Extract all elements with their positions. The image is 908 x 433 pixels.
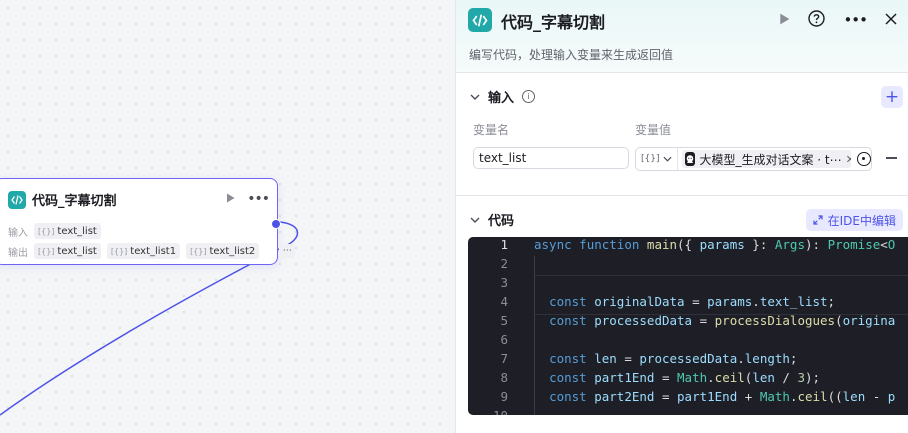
close-icon[interactable] [885,12,897,28]
reference-label: 大模型_生成对话文案 · t⋯ [699,152,842,167]
variable-value-field[interactable]: [{}] 大模型_生成对话文案 · t⋯ ✕ [635,147,872,171]
column-header-name: 变量名 [473,123,510,137]
remove-input-button[interactable] [886,157,897,159]
node-settings-panel: 代码_字幕切割 ••• 编写代码，处理输入变量来生成返回值 输入 i + 变量名… [455,0,908,433]
output-chip: [{}] text_list1 [106,243,181,259]
array-icon: [{}] [110,246,128,256]
code-line: 2 [500,256,508,271]
code-line: 9 const part2End = part1End + Math.ceil(… [500,389,896,404]
variable-reference-chip[interactable]: 大模型_生成对话文案 · t⋯ ✕ [682,150,852,168]
run-icon[interactable] [226,192,235,206]
code-line: 4 const originalData = params.text_list; [500,294,836,309]
workflow-canvas[interactable]: 代码_字幕切割 ••• 输入 [{}] text_list 输出 [{}] text… [0,0,455,433]
code-line: 5 const processedData = processDialogues… [500,313,896,328]
info-icon[interactable]: i [522,90,536,103]
panel-title[interactable]: 代码_字幕切割 [501,9,605,33]
code-line: 6 [500,332,508,347]
bot-icon [685,152,696,166]
code-line: 8 const part1End = Math.ceil(len / 3); [500,370,821,385]
chevron-down-icon[interactable] [470,90,480,103]
array-icon: [{}] [38,246,55,256]
array-icon: [{}] [190,246,207,256]
remove-reference-icon[interactable]: ✕ [846,153,852,166]
output-port[interactable] [271,219,281,229]
type-select[interactable]: [{}] [636,148,679,170]
input-chip: [{}] text_list [34,223,101,239]
more-icon[interactable]: ••• [247,191,270,207]
variable-name-input[interactable]: text_list [473,147,629,169]
run-icon[interactable] [779,13,790,28]
add-input-button[interactable]: + [881,86,903,108]
panel-description[interactable]: 编写代码，处理输入变量来生成返回值 [469,46,673,63]
code-section: 代码 在IDE中编辑 1 async function main({ params… [456,196,908,433]
code-node[interactable]: 代码_字幕切割 ••• 输入 [{}] text_list 输出 [{}] text… [0,178,296,265]
target-icon[interactable] [857,152,871,166]
code-section-title: 代码 [488,214,515,229]
edit-in-ide-button[interactable]: 在IDE中编辑 [805,209,903,231]
node-title: 代码_字幕切割 [32,194,117,209]
input-section-title: 输入 [488,91,515,106]
expand-icon [813,215,823,225]
code-line: 3 [500,275,508,290]
input-label: 输入 [8,227,28,239]
code-editor[interactable]: 1 async function main({ params }: Args): … [468,237,908,415]
code-line: 10 [468,408,908,415]
code-icon [8,190,26,209]
more-outputs-chip[interactable]: ⋯ [279,244,296,258]
code-line: 7 const len = processedData.length; [500,351,798,366]
input-section: 输入 i + 变量名 变量值 text_list [{}] 大模型_生成对话文案… [456,73,908,196]
code-line: 1 async function main({ params }: Args): … [500,237,896,252]
chevron-down-icon[interactable] [470,213,480,226]
output-label: 输出 [8,247,28,259]
column-header-value: 变量值 [635,123,672,137]
help-icon[interactable] [808,10,826,30]
array-icon: [{}] [38,226,55,236]
code-icon [468,8,492,32]
panel-header: 代码_字幕切割 ••• 编写代码，处理输入变量来生成返回值 [456,0,908,73]
output-chip: [{}] text_list [34,243,101,259]
more-icon[interactable]: ••• [843,11,868,29]
output-chip: [{}] text_list2 [186,243,260,259]
